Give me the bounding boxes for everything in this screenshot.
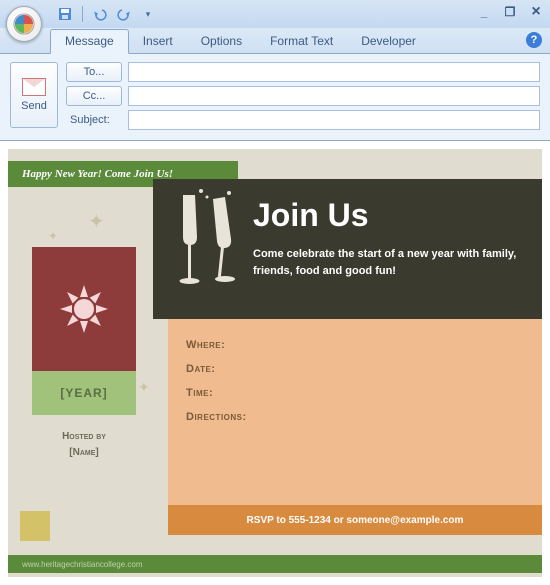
compose-header: Send To... Cc... Subject: [0,54,550,141]
maximize-button[interactable]: ❐ [502,4,518,20]
help-icon[interactable]: ? [526,32,542,48]
window-controls: _ ❐ × [476,4,544,20]
office-logo-icon [13,13,35,35]
detail-time: Time: [186,387,524,399]
send-label: Send [21,100,47,112]
hosted-name: [Name] [32,445,136,461]
flyer-accent-square [20,511,50,541]
envelope-icon [22,78,46,96]
flyer-footer: www.heritagechristiancollege.com [8,555,542,573]
quick-access-toolbar: ▾ [56,0,157,28]
tab-options[interactable]: Options [187,30,256,53]
tab-format-text[interactable]: Format Text [256,30,347,53]
champagne-glasses-icon [165,187,245,297]
subject-label: Subject: [66,114,122,126]
cc-row: Cc... [66,86,540,106]
fields-column: To... Cc... Subject: [66,62,540,130]
undo-icon[interactable] [91,5,109,23]
office-button[interactable] [6,6,42,42]
close-button[interactable]: × [528,4,544,20]
flyer-title: Join Us [253,197,522,234]
cc-button[interactable]: Cc... [66,86,122,106]
send-button[interactable]: Send [10,62,58,128]
flyer-subtitle: Come celebrate the start of a new year w… [253,246,522,279]
flyer-hosted: Hosted by [Name] [32,429,136,461]
sun-icon [54,279,114,339]
flyer-sun-box [32,247,136,371]
star-decoration-icon: ✦ [48,229,58,243]
star-decoration-icon: ✦ [138,379,150,396]
star-decoration-icon: ✦ [88,209,105,234]
flyer-template: ✦ ✦ ✦ Happy New Year! Come Join Us! [8,149,542,577]
detail-date: Date: [186,363,524,375]
send-column: Send [10,62,58,130]
save-icon[interactable] [56,5,74,23]
detail-directions: Directions: [186,411,524,423]
tab-message[interactable]: Message [50,29,129,54]
detail-where: Where: [186,339,524,351]
flyer-year: [YEAR] [32,371,136,415]
subject-input[interactable] [128,110,540,130]
qat-more-icon[interactable]: ▾ [139,5,157,23]
to-input[interactable] [128,62,540,82]
redo-icon[interactable] [115,5,133,23]
tab-developer[interactable]: Developer [347,30,430,53]
title-bar: ▾ _ ❐ × [0,0,550,28]
ribbon-tabs: Message Insert Options Format Text Devel… [0,28,550,54]
flyer-details: Where: Date: Time: Directions: [168,319,542,505]
subject-row: Subject: [66,110,540,130]
to-button[interactable]: To... [66,62,122,82]
qat-separator [82,6,83,22]
flyer-rsvp: RSVP to 555-1234 or someone@example.com [168,505,542,535]
cc-input[interactable] [128,86,540,106]
to-row: To... [66,62,540,82]
hosted-label: Hosted by [32,429,136,445]
message-body[interactable]: ✦ ✦ ✦ Happy New Year! Come Join Us! [0,141,550,585]
flyer-hero: Join Us Come celebrate the start of a ne… [153,179,542,319]
minimize-button[interactable]: _ [476,4,492,20]
tab-insert[interactable]: Insert [129,30,187,53]
